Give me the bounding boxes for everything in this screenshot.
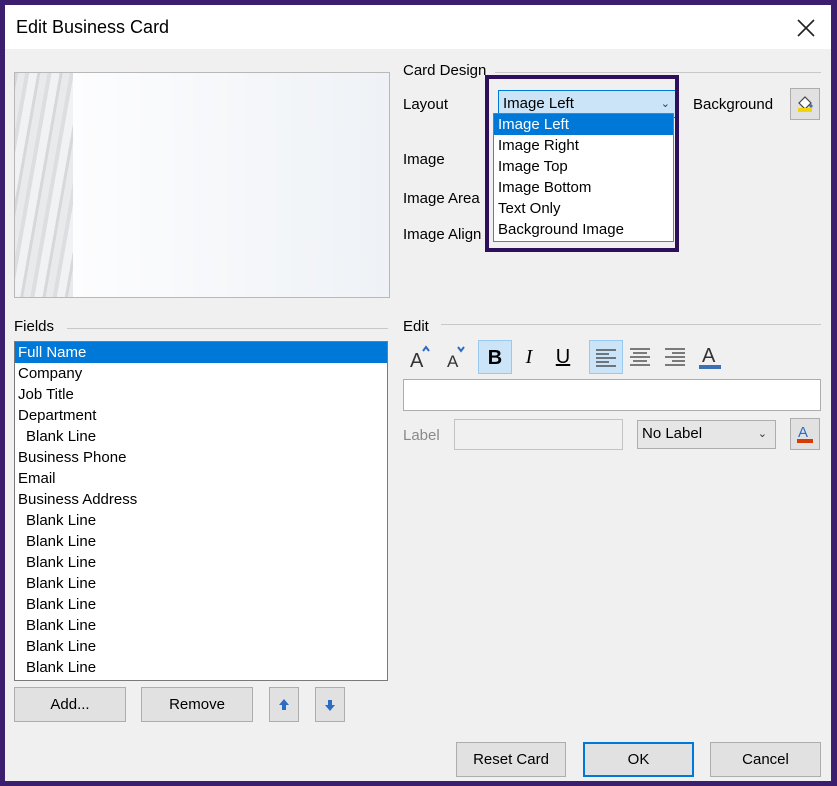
chevron-down-icon: ⌄ — [757, 428, 767, 440]
layout-option[interactable]: Image Bottom — [494, 177, 673, 198]
card-design-divider — [495, 72, 821, 73]
label-font-color-icon: A — [797, 424, 813, 443]
label-text-input[interactable] — [454, 419, 623, 450]
card-design-group-label: Card Design — [403, 62, 487, 79]
fields-list[interactable]: Full Name Company Job Title Department Blank… — [14, 341, 388, 681]
align-center-icon — [630, 348, 650, 366]
align-left-icon — [596, 349, 616, 367]
align-right-icon — [665, 348, 685, 366]
decrease-font-button[interactable]: A — [438, 340, 472, 374]
image-area-label: Image Area — [403, 190, 480, 207]
svg-text:A: A — [447, 352, 459, 371]
field-list-item[interactable]: Blank Line — [15, 657, 387, 678]
svg-text:A: A — [702, 345, 716, 367]
font-shrink-icon: A — [447, 346, 465, 371]
field-list-item[interactable]: Company — [15, 363, 387, 384]
layout-label: Layout — [403, 96, 449, 113]
svg-text:A: A — [410, 350, 424, 371]
italic-icon: I — [525, 346, 533, 368]
move-up-button[interactable] — [269, 687, 299, 722]
layout-option[interactable]: Image Top — [494, 156, 673, 177]
background-label: Background — [693, 96, 774, 113]
arrow-up-icon — [279, 699, 289, 710]
field-list-item[interactable]: Full Name — [15, 342, 387, 363]
layout-option[interactable]: Text Only — [494, 198, 673, 219]
label-position-select[interactable]: No Label ⌄ — [637, 420, 776, 449]
edit-business-card-dialog: Edit Business Card Card Design Layout Im… — [5, 5, 831, 781]
image-align-label: Image Align — [403, 226, 482, 243]
field-list-item[interactable]: Blank Line — [15, 615, 387, 636]
label-position-value: No Label — [642, 425, 703, 442]
font-color-icon: A — [699, 345, 721, 369]
field-list-item[interactable]: Blank Line — [15, 573, 387, 594]
font-grow-icon: A — [410, 345, 430, 372]
increase-font-button[interactable]: A — [403, 340, 437, 374]
svg-text:A: A — [798, 424, 808, 441]
add-field-button[interactable]: Add... — [14, 687, 126, 722]
field-list-item[interactable]: Blank Line — [15, 552, 387, 573]
background-color-button[interactable] — [790, 88, 820, 120]
field-list-item[interactable]: Blank Line — [15, 531, 387, 552]
label-color-button[interactable]: A — [790, 418, 820, 450]
fields-group-label: Fields — [14, 318, 55, 335]
field-list-item[interactable]: Blank Line — [15, 594, 387, 615]
label-caption: Label — [403, 427, 440, 444]
bold-icon: B — [487, 347, 503, 369]
field-list-item[interactable]: Blank Line — [15, 510, 387, 531]
move-down-button[interactable] — [315, 687, 345, 722]
edit-group-label: Edit — [403, 318, 429, 335]
field-list-item[interactable]: Blank Line — [15, 426, 387, 447]
align-left-button[interactable] — [589, 340, 623, 374]
field-list-item[interactable]: Blank Line — [15, 636, 387, 657]
field-text-input[interactable] — [403, 379, 821, 411]
layout-option[interactable]: Background Image — [494, 219, 673, 240]
dialog-title: Edit Business Card — [16, 17, 170, 37]
reset-card-button[interactable]: Reset Card — [456, 742, 566, 777]
field-list-item[interactable]: Email — [15, 468, 387, 489]
field-list-item[interactable]: Job Title — [15, 384, 387, 405]
card-image-placeholder — [15, 73, 73, 297]
italic-button[interactable]: I — [512, 340, 546, 374]
image-label: Image — [403, 151, 445, 168]
close-icon[interactable] — [791, 13, 821, 43]
underline-icon: U — [555, 346, 571, 368]
remove-field-button[interactable]: Remove — [141, 687, 253, 722]
fields-divider — [67, 328, 388, 329]
underline-button[interactable]: U — [546, 340, 580, 374]
layout-dropdown-list[interactable]: Image Left Image Right Image Top Image Bott… — [493, 113, 674, 242]
edit-divider — [441, 324, 821, 325]
title-bar: Edit Business Card — [5, 5, 831, 49]
align-right-button[interactable] — [658, 340, 692, 374]
ok-button[interactable]: OK — [583, 742, 694, 777]
field-list-item[interactable]: Business Phone — [15, 447, 387, 468]
font-color-button[interactable]: A — [693, 340, 727, 374]
arrow-down-icon — [325, 700, 335, 711]
field-list-item[interactable]: Business Address — [15, 489, 387, 510]
cancel-button[interactable]: Cancel — [710, 742, 821, 777]
layout-option[interactable]: Image Left — [494, 114, 673, 135]
paint-bucket-icon — [798, 96, 813, 112]
bold-button[interactable]: B — [478, 340, 512, 374]
field-list-item[interactable]: Department — [15, 405, 387, 426]
align-center-button[interactable] — [623, 340, 657, 374]
layout-option[interactable]: Image Right — [494, 135, 673, 156]
card-preview — [14, 72, 390, 298]
